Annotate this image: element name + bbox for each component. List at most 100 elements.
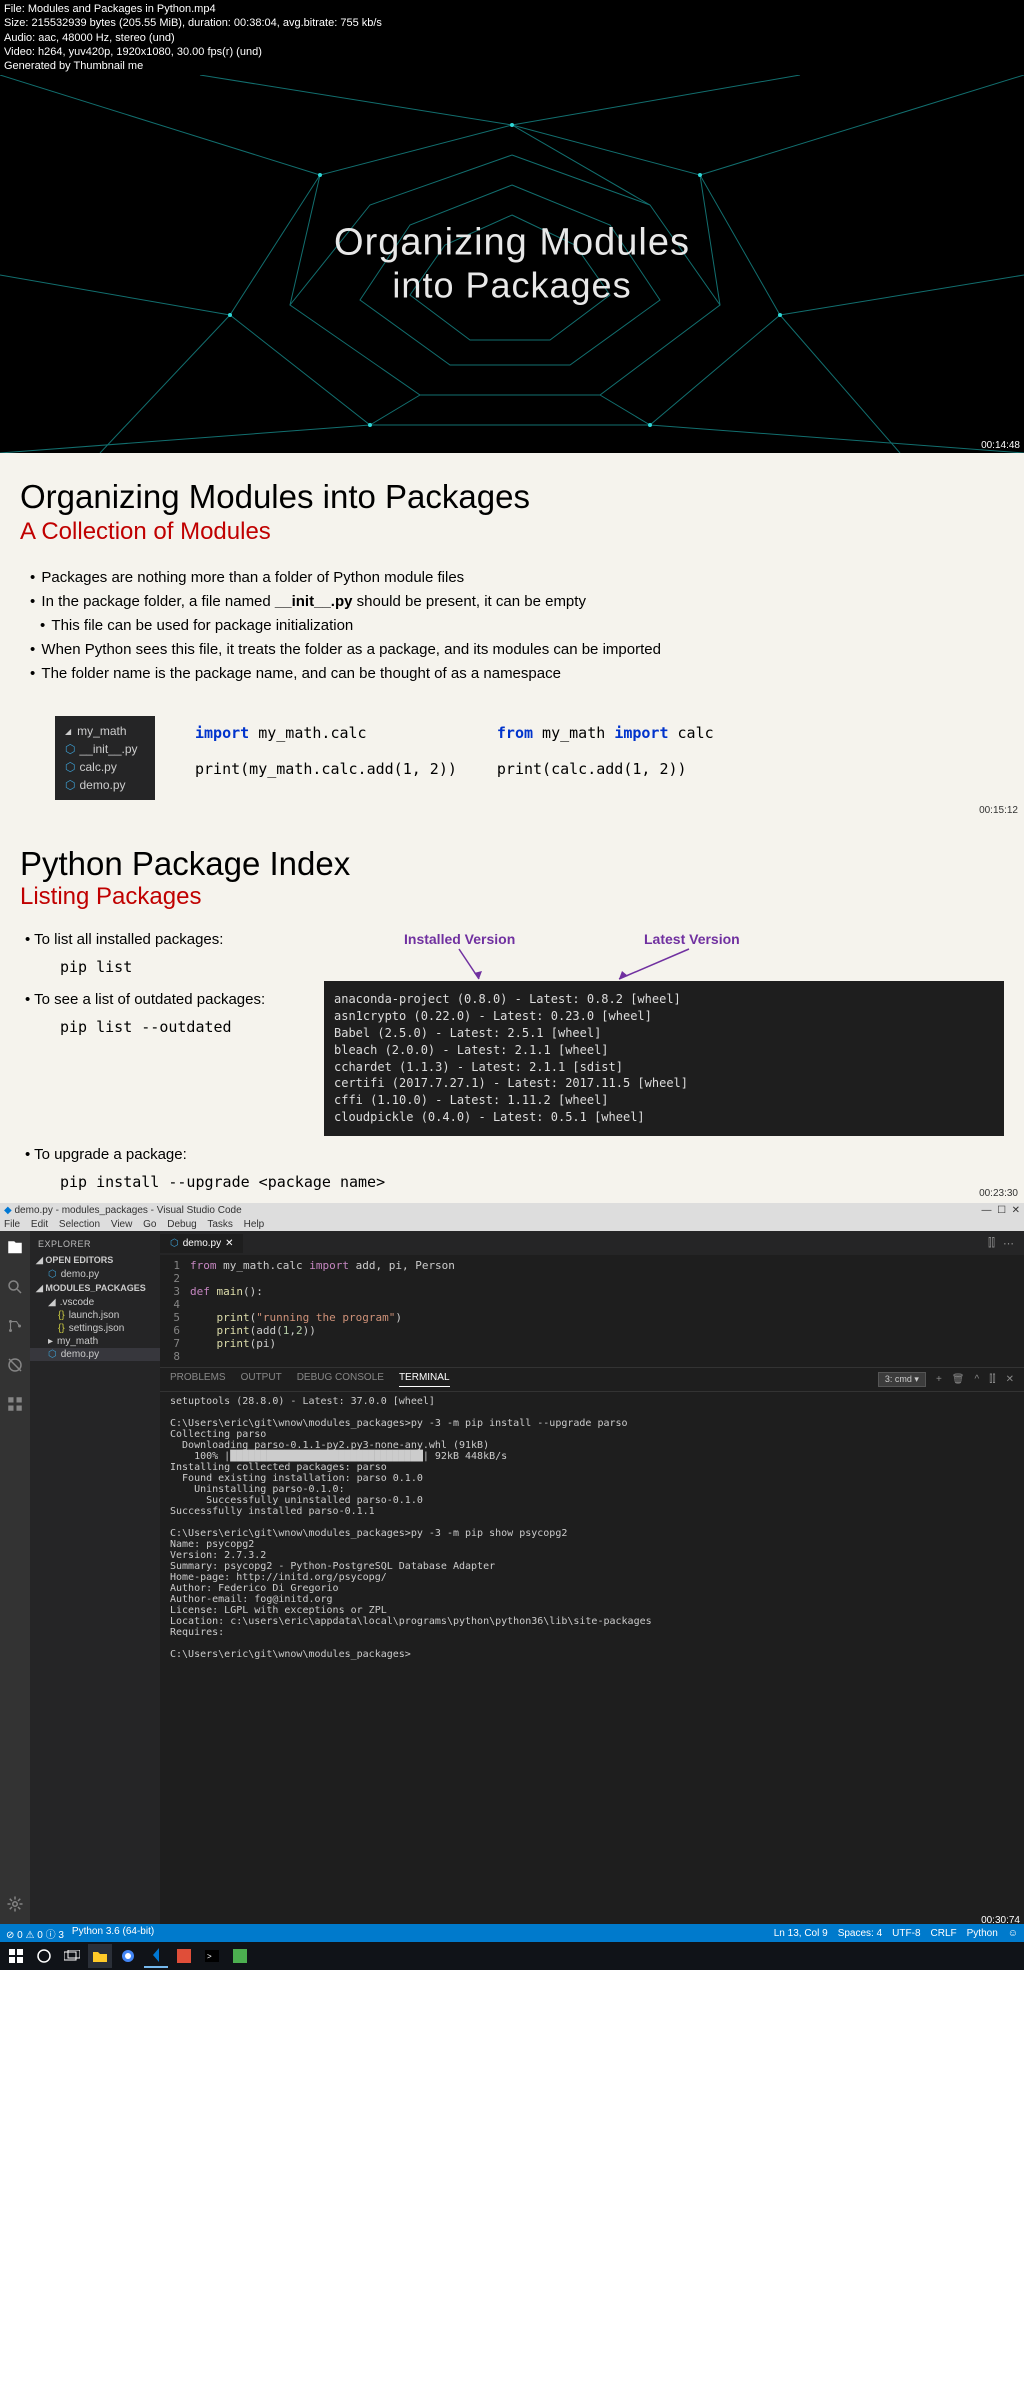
meta-video: Video: h264, yuv420p, 1920x1080, 30.00 f…	[4, 45, 1020, 59]
status-spaces[interactable]: Spaces: 4	[838, 1928, 882, 1939]
meta-size: Size: 215532939 bytes (205.55 MiB), dura…	[4, 16, 1020, 30]
menu-help[interactable]: Help	[244, 1219, 265, 1230]
window-controls[interactable]: — ☐ ✕	[982, 1205, 1020, 1216]
sidebar-item-demo-selected[interactable]: ⬡demo.py	[30, 1348, 160, 1361]
file-explorer-icon[interactable]	[88, 1944, 112, 1968]
app-icon-2[interactable]	[228, 1944, 252, 1968]
code-snippet-1: import my_math.calc print(my_math.calc.a…	[195, 724, 457, 800]
open-editors-section[interactable]: ◢ OPEN EDITORS	[30, 1253, 160, 1268]
close-icon[interactable]: ✕	[225, 1238, 233, 1249]
bullet-item: In the package folder, a file named __in…	[30, 590, 1004, 614]
explorer-title: EXPLORER	[30, 1235, 160, 1253]
debug-icon[interactable]	[6, 1356, 24, 1377]
project-section[interactable]: ◢ MODULES_PACKAGES	[30, 1281, 160, 1296]
timestamp: 00:30:74	[981, 1915, 1020, 1926]
menu-go[interactable]: Go	[143, 1219, 156, 1230]
source-control-icon[interactable]	[6, 1317, 24, 1338]
menu-view[interactable]: View	[111, 1219, 133, 1230]
sidebar-folder-vscode[interactable]: ◢ .vscode	[30, 1296, 160, 1309]
sidebar-item-launch[interactable]: {}launch.json	[30, 1309, 160, 1322]
vscode-window: ◆ demo.py - modules_packages - Visual St…	[0, 1203, 1024, 1956]
activity-bar	[0, 1231, 30, 1924]
file-tree: my_math ⬡__init__.py ⬡calc.py ⬡demo.py	[55, 716, 155, 800]
explorer-sidebar: EXPLORER ◢ OPEN EDITORS ⬡demo.py ◢ MODUL…	[30, 1231, 160, 1924]
json-icon: {}	[58, 1310, 65, 1321]
code-snippet-2: from my_math import calc print(calc.add(…	[497, 724, 714, 800]
thumbnail-title: Organizing Modules into Packages	[334, 222, 690, 307]
status-errors[interactable]: ⊘ 0 ⚠ 0 ⓘ 3	[6, 1926, 64, 1941]
tab-demo[interactable]: ⬡demo.py ✕	[160, 1234, 243, 1253]
python-icon: ⬡	[170, 1238, 179, 1249]
bullet-item: This file can be used for package initia…	[40, 614, 1004, 638]
python-icon: ⬡	[48, 1349, 57, 1360]
vscode-taskbar-icon[interactable]	[144, 1944, 168, 1968]
cmd-icon[interactable]: >	[200, 1944, 224, 1968]
status-python[interactable]: Python 3.6 (64-bit)	[72, 1926, 154, 1941]
pip-command: pip list --outdated	[60, 1018, 324, 1036]
close-panel-icon[interactable]: ✕	[1006, 1374, 1014, 1385]
sidebar-item-settings[interactable]: {}settings.json	[30, 1322, 160, 1335]
kill-terminal-icon[interactable]: 🗑	[952, 1374, 965, 1385]
sidebar-item-demo[interactable]: ⬡demo.py	[30, 1268, 160, 1281]
maximize-icon[interactable]: ^	[975, 1374, 980, 1385]
windows-taskbar: >	[0, 1942, 1024, 1970]
menu-selection[interactable]: Selection	[59, 1219, 100, 1230]
tab-output[interactable]: OUTPUT	[241, 1372, 282, 1387]
meta-audio: Audio: aac, 48000 Hz, stereo (und)	[4, 31, 1020, 45]
status-bar: ⊘ 0 ⚠ 0 ⓘ 3 Python 3.6 (64-bit) Ln 13, C…	[0, 1924, 1024, 1942]
meta-file: File: Modules and Packages in Python.mp4	[4, 2, 1020, 16]
new-terminal-icon[interactable]: +	[936, 1374, 942, 1385]
python-icon: ⬡	[48, 1269, 57, 1280]
split-icon[interactable]: ⫿⫿	[989, 1374, 995, 1385]
file-init: ⬡__init__.py	[65, 740, 145, 758]
menu-file[interactable]: File	[4, 1219, 20, 1230]
menu-debug[interactable]: Debug	[167, 1219, 196, 1230]
terminal-content[interactable]: setuptools (28.8.0) - Latest: 37.0.0 [wh…	[160, 1392, 1024, 1664]
status-encoding[interactable]: UTF-8	[892, 1928, 920, 1939]
folder-mymath: my_math	[65, 722, 145, 740]
meta-generator: Generated by Thumbnail me	[4, 59, 1020, 73]
menu-tasks[interactable]: Tasks	[207, 1219, 233, 1230]
slide-subtitle: Listing Packages	[20, 883, 1004, 911]
start-button[interactable]	[4, 1944, 28, 1968]
slide-organizing-modules: Organizing Modules into Packages A Colle…	[0, 453, 1024, 820]
menu-edit[interactable]: Edit	[31, 1219, 48, 1230]
pip-command: pip install --upgrade <package name>	[60, 1173, 1004, 1191]
timestamp: 00:23:30	[979, 1188, 1018, 1199]
status-line-col[interactable]: Ln 13, Col 9	[774, 1928, 828, 1939]
bullet-list: Packages are nothing more than a folder …	[30, 566, 1004, 686]
status-feedback[interactable]: ☺	[1008, 1928, 1018, 1939]
extensions-icon[interactable]	[6, 1395, 24, 1416]
pip-text: • To upgrade a package:	[25, 1146, 1004, 1163]
chrome-icon[interactable]	[116, 1944, 140, 1968]
status-eol[interactable]: CRLF	[931, 1928, 957, 1939]
more-icon[interactable]: ⋯	[1003, 1237, 1014, 1250]
explorer-icon[interactable]	[6, 1239, 24, 1260]
split-editor-icon[interactable]: ⫿⫿	[988, 1237, 995, 1250]
slide-subtitle: A Collection of Modules	[20, 518, 1004, 546]
vscode-menubar[interactable]: File Edit Selection View Go Debug Tasks …	[0, 1218, 1024, 1231]
sidebar-folder-mymath[interactable]: ▸ my_math	[30, 1335, 160, 1348]
tab-terminal[interactable]: TERMINAL	[399, 1372, 450, 1387]
python-icon: ⬡	[65, 760, 75, 774]
terminal-dropdown[interactable]: 3: cmd ▾	[878, 1372, 926, 1387]
bullet-item: The folder name is the package name, and…	[30, 662, 1004, 686]
search-icon[interactable]	[6, 1278, 24, 1299]
editor-tabs: ⬡demo.py ✕ ⫿⫿ ⋯	[160, 1231, 1024, 1255]
status-language[interactable]: Python	[967, 1928, 998, 1939]
tab-debug-console[interactable]: DEBUG CONSOLE	[297, 1372, 384, 1387]
vscode-titlebar[interactable]: ◆ demo.py - modules_packages - Visual St…	[0, 1203, 1024, 1218]
pip-text: • To list all installed packages:	[25, 931, 324, 948]
code-editor[interactable]: 1from my_math.calc import add, pi, Perso…	[160, 1255, 1024, 1367]
vscode-icon: ◆	[4, 1205, 12, 1216]
settings-icon[interactable]	[6, 1895, 24, 1916]
python-icon: ⬡	[65, 778, 75, 792]
tab-problems[interactable]: PROBLEMS	[170, 1372, 226, 1387]
app-icon[interactable]	[172, 1944, 196, 1968]
slide-package-index: Python Package Index Listing Packages • …	[0, 820, 1024, 1203]
timestamp: 00:15:12	[979, 805, 1018, 816]
task-view-icon[interactable]	[60, 1944, 84, 1968]
pip-command: pip list	[60, 958, 324, 976]
cortana-icon[interactable]	[32, 1944, 56, 1968]
svg-text:>: >	[207, 1952, 212, 1961]
